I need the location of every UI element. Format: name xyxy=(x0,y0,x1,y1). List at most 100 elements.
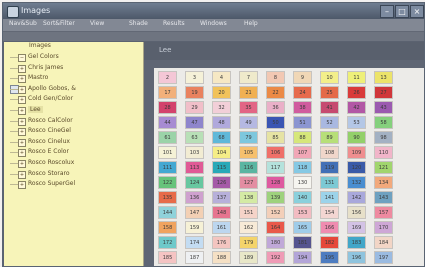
color-swatch[interactable]: 117 xyxy=(266,161,285,174)
color-swatch[interactable]: 27 xyxy=(374,86,393,99)
color-swatch[interactable]: 147 xyxy=(185,206,204,219)
color-swatch[interactable]: 85 xyxy=(266,131,285,144)
color-swatch[interactable]: 169 xyxy=(347,221,366,234)
color-swatch[interactable]: 153 xyxy=(293,206,312,219)
color-swatch[interactable]: 32 xyxy=(212,101,231,114)
color-swatch[interactable]: 17 xyxy=(158,86,177,99)
color-swatch[interactable]: 109 xyxy=(347,146,366,159)
color-swatch[interactable]: 36 xyxy=(266,101,285,114)
color-swatch[interactable]: 11 xyxy=(347,71,366,84)
color-swatch[interactable]: 113 xyxy=(185,161,204,174)
menu-view[interactable]: View xyxy=(90,20,104,27)
color-swatch[interactable]: 105 xyxy=(239,146,258,159)
color-swatch[interactable]: 103 xyxy=(185,146,204,159)
color-swatch[interactable]: 172 xyxy=(158,236,177,249)
color-swatch[interactable]: 19 xyxy=(185,86,204,99)
color-swatch[interactable]: 144 xyxy=(158,206,177,219)
collapse-icon[interactable]: − xyxy=(18,54,26,62)
color-swatch[interactable]: 158 xyxy=(158,221,177,234)
menu-windows[interactable]: Windows xyxy=(200,20,227,27)
color-swatch[interactable]: 79 xyxy=(239,131,258,144)
color-swatch[interactable]: 188 xyxy=(212,251,231,264)
color-swatch[interactable]: 24 xyxy=(293,86,312,99)
color-swatch[interactable]: 197 xyxy=(374,251,393,264)
menu-results[interactable]: Results xyxy=(163,20,185,27)
expand-icon[interactable]: + xyxy=(18,138,26,147)
color-swatch[interactable]: 98 xyxy=(374,131,393,144)
color-swatch[interactable]: 7 xyxy=(239,71,258,84)
color-swatch[interactable]: 22 xyxy=(266,86,285,99)
expand-icon[interactable]: + xyxy=(18,96,26,105)
color-swatch[interactable]: 127 xyxy=(239,176,258,189)
color-swatch[interactable]: 128 xyxy=(266,176,285,189)
expand-icon[interactable]: + xyxy=(18,149,26,158)
color-swatch[interactable]: 50 xyxy=(266,116,285,129)
color-swatch[interactable]: 21 xyxy=(239,86,258,99)
color-swatch[interactable]: 8 xyxy=(266,71,285,84)
color-swatch[interactable]: 68 xyxy=(212,131,231,144)
color-swatch[interactable]: 174 xyxy=(185,236,204,249)
color-swatch[interactable]: 192 xyxy=(266,251,285,264)
color-swatch[interactable]: 25 xyxy=(320,86,339,99)
color-swatch[interactable]: 184 xyxy=(374,236,393,249)
maximize-button[interactable]: □ xyxy=(395,5,409,18)
expand-icon[interactable]: + xyxy=(18,107,26,115)
color-swatch[interactable]: 110 xyxy=(374,146,393,159)
color-swatch[interactable]: 48 xyxy=(212,116,231,129)
color-swatch[interactable]: 189 xyxy=(239,251,258,264)
color-swatch[interactable]: 164 xyxy=(266,221,285,234)
menu-help[interactable]: Help xyxy=(244,20,258,27)
color-swatch[interactable]: 166 xyxy=(320,221,339,234)
color-swatch[interactable]: 151 xyxy=(239,206,258,219)
color-swatch[interactable]: 183 xyxy=(347,236,366,249)
color-swatch[interactable]: 42 xyxy=(347,101,366,114)
color-swatch[interactable]: 140 xyxy=(293,191,312,204)
color-swatch[interactable]: 179 xyxy=(239,236,258,249)
color-swatch[interactable]: 148 xyxy=(212,206,231,219)
color-swatch[interactable]: 138 xyxy=(239,191,258,204)
color-swatch[interactable]: 136 xyxy=(185,191,204,204)
color-swatch[interactable]: 20 xyxy=(212,86,231,99)
color-swatch[interactable]: 106 xyxy=(266,146,285,159)
color-swatch[interactable]: 101 xyxy=(158,146,177,159)
menu-shade[interactable]: Shade xyxy=(129,20,148,27)
color-swatch[interactable]: 63 xyxy=(185,131,204,144)
color-swatch[interactable]: 61 xyxy=(158,131,177,144)
expand-icon[interactable]: + xyxy=(18,85,26,94)
color-swatch[interactable]: 162 xyxy=(239,221,258,234)
color-swatch[interactable]: 38 xyxy=(293,101,312,114)
color-swatch[interactable]: 35 xyxy=(239,101,258,114)
color-swatch[interactable]: 135 xyxy=(158,191,177,204)
color-swatch[interactable]: 137 xyxy=(212,191,231,204)
color-swatch[interactable]: 154 xyxy=(320,206,339,219)
color-swatch[interactable]: 124 xyxy=(185,176,204,189)
expand-icon[interactable]: + xyxy=(18,160,26,168)
color-swatch[interactable]: 170 xyxy=(374,221,393,234)
color-swatch[interactable]: 159 xyxy=(185,221,204,234)
color-swatch[interactable]: 43 xyxy=(374,101,393,114)
color-swatch[interactable]: 116 xyxy=(239,161,258,174)
color-swatch[interactable]: 49 xyxy=(239,116,258,129)
color-swatch[interactable]: 176 xyxy=(212,236,231,249)
color-swatch[interactable]: 187 xyxy=(185,251,204,264)
color-swatch[interactable]: 180 xyxy=(266,236,285,249)
color-swatch[interactable]: 111 xyxy=(158,161,177,174)
color-swatch[interactable]: 26 xyxy=(347,86,366,99)
color-swatch[interactable]: 165 xyxy=(293,221,312,234)
minimize-button[interactable]: – xyxy=(380,5,394,18)
color-swatch[interactable]: 53 xyxy=(347,116,366,129)
color-swatch[interactable]: 161 xyxy=(212,221,231,234)
color-swatch[interactable]: 10 xyxy=(320,71,339,84)
color-swatch[interactable]: 9 xyxy=(293,71,312,84)
color-swatch[interactable]: 157 xyxy=(374,206,393,219)
color-swatch[interactable]: 29 xyxy=(185,101,204,114)
color-swatch[interactable]: 90 xyxy=(347,131,366,144)
color-swatch[interactable]: 134 xyxy=(374,176,393,189)
color-swatch[interactable]: 2 xyxy=(158,71,177,84)
color-swatch[interactable]: 88 xyxy=(293,131,312,144)
color-swatch[interactable]: 3 xyxy=(185,71,204,84)
color-swatch[interactable]: 121 xyxy=(374,161,393,174)
color-swatch[interactable]: 132 xyxy=(347,176,366,189)
color-swatch[interactable]: 47 xyxy=(185,116,204,129)
color-swatch[interactable]: 122 xyxy=(158,176,177,189)
